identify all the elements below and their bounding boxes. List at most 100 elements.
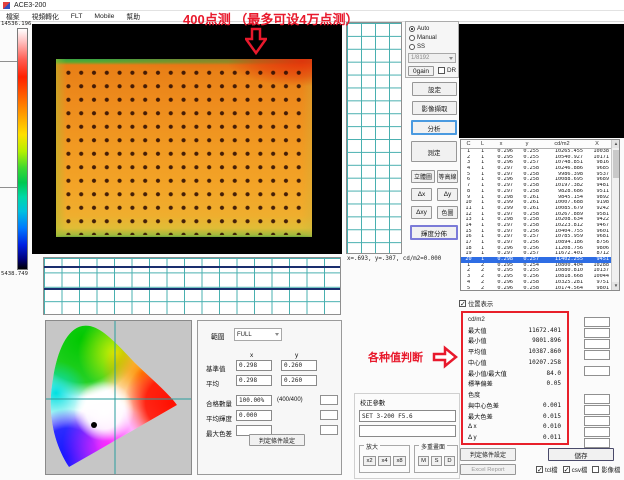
- magnify-x2-button[interactable]: x2: [363, 456, 376, 466]
- menu-item[interactable]: Mobile: [88, 13, 120, 20]
- gain-button[interactable]: 0gain: [408, 66, 434, 76]
- radio-icon[interactable]: [409, 35, 415, 41]
- calibration-value2-field[interactable]: [359, 425, 456, 437]
- settings-button[interactable]: 設定: [412, 82, 457, 96]
- radio-label: SS: [417, 44, 425, 50]
- stats-label: 最大值: [468, 326, 487, 335]
- menu-item[interactable]: FLT: [65, 13, 89, 20]
- measurement-table[interactable]: CLxycd/m2X 110.2960.25510265.45510038210…: [460, 139, 620, 291]
- reference-label: 基準值: [206, 363, 226, 373]
- position-checkbox-box[interactable]: [459, 300, 466, 307]
- stats-indicator-box: [584, 339, 610, 349]
- colorbar-tick: [0, 187, 17, 188]
- stats-section-label: cd/m2: [468, 314, 561, 325]
- calibration-panel: 校正參數 SET 3-200 F5.6 放大 x2x4x8 多重畫面 MSD: [354, 393, 460, 479]
- dr-checkbox[interactable]: DR: [438, 67, 456, 74]
- range-select[interactable]: FULL: [234, 328, 282, 341]
- calibration-value-field[interactable]: SET 3-200 F5.6: [359, 410, 456, 422]
- export-check-csv檔[interactable]: csv檔: [563, 465, 588, 474]
- delta-xy-button[interactable]: Δxy: [411, 206, 432, 219]
- reference-x-field[interactable]: 0.298: [236, 360, 272, 371]
- dr-checkbox-box[interactable]: [438, 67, 445, 74]
- table-row[interactable]: 520.2960.25810174.5649801: [461, 286, 619, 292]
- table-column-header: X: [585, 141, 611, 147]
- menu-item[interactable]: 檔案: [0, 11, 26, 21]
- color-map-button[interactable]: 色圖: [437, 206, 458, 219]
- stats-row: Δ y0.011: [468, 432, 561, 443]
- stats-label: 最小值: [468, 336, 487, 345]
- shutter-value: 1/8192: [411, 55, 429, 61]
- annotation-points-text: 400点测 （最多可设4万点测）: [183, 9, 359, 28]
- position-checkbox-label: 位置表示: [468, 299, 493, 308]
- stats-label: Δ x: [468, 423, 477, 430]
- magnify-label: 放大: [364, 442, 380, 451]
- radio-label: Auto: [417, 26, 429, 32]
- menu-item[interactable]: 視頻轉化: [26, 11, 65, 21]
- delta-x-button[interactable]: Δx: [411, 188, 432, 201]
- export-check-tcl檔[interactable]: tcl檔: [536, 465, 558, 474]
- scroll-down-icon[interactable]: ▼: [612, 282, 620, 290]
- reference-y-field[interactable]: 0.260: [281, 360, 317, 371]
- mode-radio-auto[interactable]: Auto: [409, 24, 458, 33]
- multi-screen-d-button[interactable]: D: [444, 456, 455, 466]
- stats-value: 10387.860: [528, 348, 561, 355]
- magnify-x4-button[interactable]: x4: [378, 456, 391, 466]
- footer-judge-condition-button[interactable]: 判定條件設定: [460, 448, 516, 461]
- max-color-diff-label: 最大色差: [206, 428, 232, 438]
- menu-item[interactable]: 幫助: [120, 11, 146, 21]
- excel-report-button[interactable]: Excel Report: [460, 464, 516, 475]
- position-display-checkbox[interactable]: 位置表示: [459, 299, 493, 308]
- calibration-label: 校正參數: [360, 398, 385, 407]
- profile-curve: [44, 288, 340, 290]
- chevron-down-icon: [275, 333, 279, 336]
- stats-value: 0.011: [543, 434, 561, 441]
- checkbox-icon[interactable]: [536, 466, 543, 473]
- average-x-field[interactable]: 0.298: [236, 375, 272, 386]
- radio-icon[interactable]: [409, 44, 415, 50]
- capture-mode-groupbox: AutoManual SS 1/8192 0gain DR: [405, 21, 459, 78]
- mode-radio-manual[interactable]: Manual: [409, 33, 458, 42]
- radio-icon[interactable]: [409, 26, 415, 32]
- mode-radio-ss[interactable]: SS: [409, 42, 458, 51]
- stats-value: 0.015: [543, 413, 561, 420]
- stereo-view-button[interactable]: 立體圖: [411, 170, 435, 183]
- multi-screen-m-button[interactable]: M: [418, 456, 429, 466]
- stats-indicator-box: [584, 416, 610, 426]
- magnify-x8-button[interactable]: x8: [393, 456, 406, 466]
- average-y-field[interactable]: 0.260: [281, 375, 317, 386]
- shutter-select[interactable]: 1/8192: [408, 53, 456, 63]
- image-capture-button[interactable]: 影像擷取: [412, 101, 457, 115]
- dr-checkbox-label: DR: [447, 67, 456, 74]
- avg-luminance-field[interactable]: 0.000: [236, 410, 272, 421]
- scroll-up-icon[interactable]: ▲: [612, 140, 620, 148]
- colorbar-max-label: 14536.196: [1, 21, 31, 27]
- export-format-checks: tcl檔 csv檔影像檔: [536, 465, 620, 474]
- delta-y-button[interactable]: Δy: [437, 188, 458, 201]
- stats-label: 與中心色差: [468, 401, 499, 410]
- stats-label: cd/m2: [468, 316, 485, 323]
- pass-count-label: 合格數量: [206, 398, 232, 408]
- stats-row: 最大色差0.015: [468, 411, 561, 422]
- stats-value: 10207.258: [528, 359, 561, 366]
- measurement-points-grid: [59, 62, 309, 235]
- checkbox-icon[interactable]: [592, 466, 599, 473]
- table-scrollbar[interactable]: ▲ ▼: [611, 140, 619, 290]
- multi-screen-s-button[interactable]: S: [431, 456, 442, 466]
- judge-condition-button[interactable]: 判定條件設定: [249, 434, 305, 446]
- measurement-image-area[interactable]: [32, 24, 342, 254]
- save-button[interactable]: 儲存: [548, 448, 614, 461]
- range-label: 範圍: [211, 331, 225, 341]
- luminance-distribution-button[interactable]: 輝度分佈: [410, 225, 458, 240]
- luminance-heatmap: [56, 59, 312, 237]
- export-check-影像檔[interactable]: 影像檔: [592, 465, 620, 474]
- checkbox-icon[interactable]: [563, 466, 570, 473]
- analyze-button[interactable]: 分析: [411, 120, 457, 135]
- scrollbar-thumb[interactable]: [613, 150, 619, 178]
- magnify-buttons: x2x4x8: [363, 456, 408, 466]
- stats-row: 中心值10207.258: [468, 357, 561, 368]
- stats-row: 平均值 10387.860: [468, 346, 561, 357]
- contour-button[interactable]: 等高線: [437, 170, 458, 183]
- measure-button[interactable]: 測定: [411, 141, 457, 162]
- stats-section-label: 色度: [468, 389, 561, 400]
- stats-label: 平均值: [468, 347, 487, 356]
